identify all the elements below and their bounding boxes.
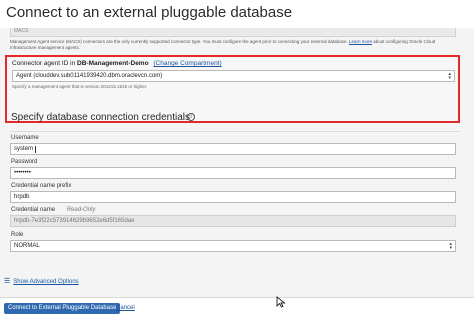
password-label: Password <box>11 159 38 165</box>
show-advanced-options-link[interactable]: ☰ Show Advanced Options <box>4 277 79 285</box>
username-value: system <box>14 146 34 152</box>
credential-name-input: hrpdb-7e3f22c573914629b9652e6d5f165dae <box>10 215 456 227</box>
mouse-pointer-icon <box>276 296 286 308</box>
password-input[interactable]: •••••••• <box>10 167 456 179</box>
page-header: Connect to an external pluggable databas… <box>0 0 474 29</box>
cancel-link[interactable]: Cancel <box>116 303 135 314</box>
username-label: Username <box>11 135 39 141</box>
credential-prefix-value: hrpdb <box>14 194 30 200</box>
up-down-chevron-icon: ▴ ▾ <box>448 71 451 81</box>
connector-agent-select[interactable]: Agent (clouddev.sub01141939420.dbm.oracl… <box>12 70 455 82</box>
connector-agent-value: Agent (clouddev.sub01141939420.dbm.oracl… <box>16 73 163 79</box>
connector-type-help: Management Agent service (MACS) connecto… <box>10 39 460 51</box>
compartment-name: DB-Management-Demo <box>77 60 149 67</box>
help-text: Management Agent service (MACS) connecto… <box>10 39 348 44</box>
settings-sliders-icon: ☰ <box>4 278 11 285</box>
section-divider <box>10 131 460 132</box>
text-cursor <box>35 145 37 153</box>
form-panel: MACS Management Agent service (MACS) con… <box>0 28 474 297</box>
learn-more-link[interactable]: Learn more <box>349 39 372 44</box>
up-down-chevron-icon: ▴ ▾ <box>449 241 452 251</box>
role-value: NORMAL <box>14 243 40 249</box>
read-only-tag: Read-Only <box>66 207 96 213</box>
credential-prefix-label: Credential name prefix <box>11 183 72 189</box>
credentials-section-title: Specify database connection credentials <box>11 112 191 123</box>
info-icon[interactable]: i <box>187 113 195 121</box>
connector-agent-label: Connector agent ID in DB-Management-Demo… <box>12 60 222 67</box>
credential-name-label: Credential name Read-Only <box>11 207 95 213</box>
page-title: Connect to an external pluggable databas… <box>6 4 293 21</box>
connector-agent-hint: Specify a management agent that is versi… <box>12 84 148 89</box>
advanced-options-label: Show Advanced Options <box>13 279 79 285</box>
role-select[interactable]: NORMAL ▴ ▾ <box>10 240 456 252</box>
password-value: •••••••• <box>14 170 31 176</box>
connector-type-value: MACS <box>14 28 29 34</box>
connector-label-prefix: Connector agent ID in <box>12 60 76 67</box>
change-compartment-link[interactable]: (Change Compartment) <box>153 60 221 67</box>
username-input[interactable]: system <box>10 143 456 155</box>
footer-bar: Connect to External Pluggable Database C… <box>0 297 474 318</box>
credential-prefix-input[interactable]: hrpdb <box>10 191 456 203</box>
connect-button[interactable]: Connect to External Pluggable Database <box>4 303 121 314</box>
credential-name-value: hrpdb-7e3f22c573914629b9652e6d5f165dae <box>14 218 135 224</box>
role-label: Role <box>11 232 24 238</box>
credential-name-label-text: Credential name <box>11 207 56 213</box>
connector-type-select[interactable]: MACS <box>10 28 456 37</box>
